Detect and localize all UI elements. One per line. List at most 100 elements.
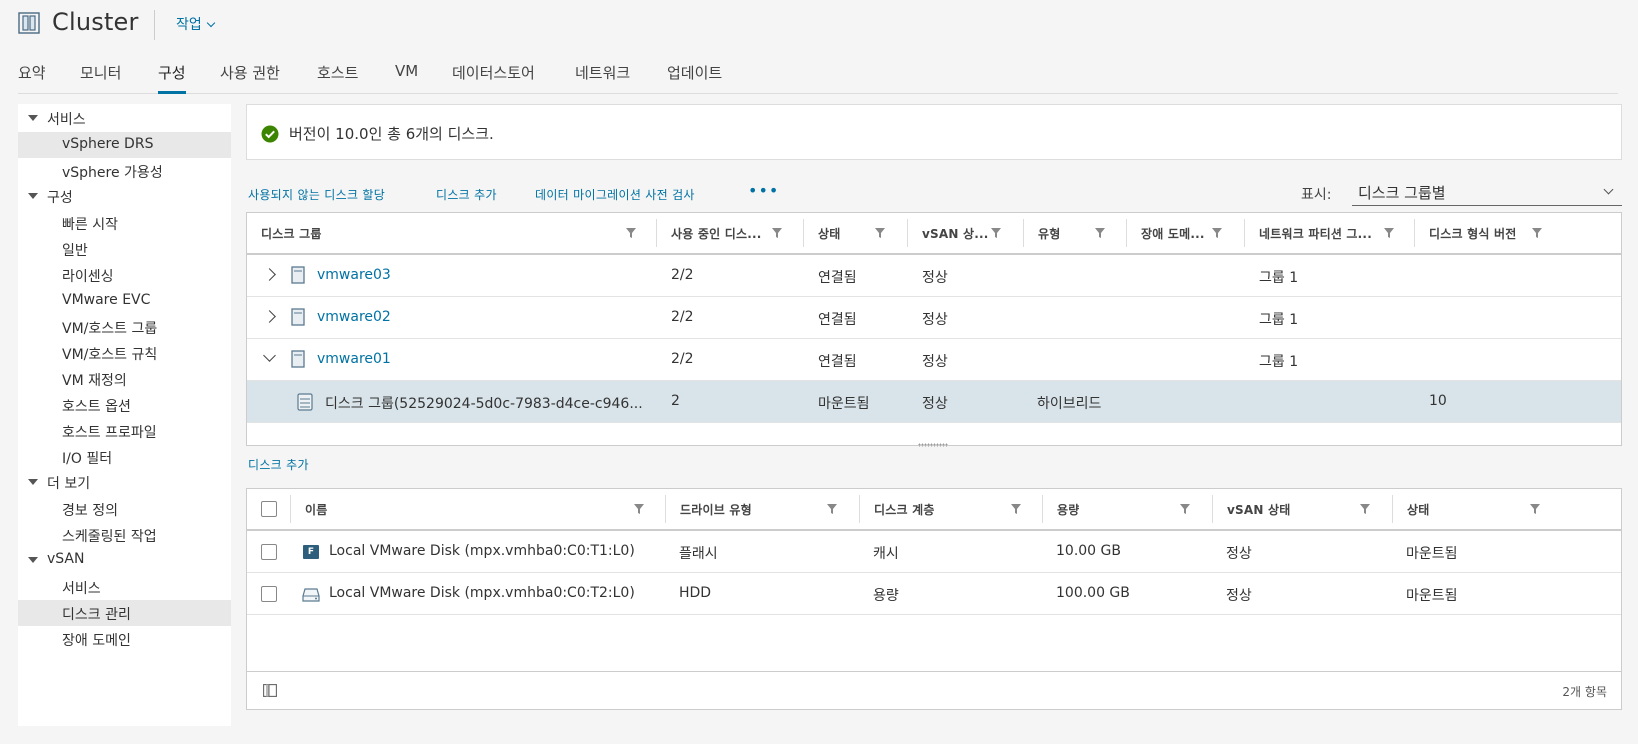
sidebar-item-vsphere-drs[interactable]: vSphere DRS	[18, 132, 231, 158]
splitter-handle[interactable]	[246, 440, 1622, 452]
column-type[interactable]: 유형	[1024, 213, 1127, 253]
cell-in-use: 2	[671, 393, 680, 409]
sidebar-group-more[interactable]: 더 보기	[18, 470, 231, 494]
column-capacity[interactable]: 용량	[1043, 489, 1213, 529]
tab-networks[interactable]: 네트워크	[575, 62, 630, 91]
cell-vsan-health: 정상	[922, 354, 948, 370]
chevron-right-icon[interactable]	[263, 310, 276, 323]
column-drive-type[interactable]: 드라이브 유형	[666, 489, 860, 529]
sidebar-item-scheduled-tasks[interactable]: 스케줄링된 작업	[18, 522, 231, 548]
sidebar-item-vmware-evc[interactable]: VMware EVC	[18, 288, 231, 314]
claim-unused-disks-button[interactable]: 사용되지 않는 디스크 할당	[248, 186, 385, 203]
sidebar-item-vsan-services[interactable]: 서비스	[18, 574, 231, 600]
add-disks-button[interactable]: 디스크 추가	[436, 186, 497, 203]
tab-summary[interactable]: 요약	[18, 62, 46, 91]
cell-vsan-health: 정상	[922, 396, 948, 412]
sidebar-item-disk-management[interactable]: 디스크 관리	[18, 600, 231, 626]
chevron-right-icon[interactable]	[263, 268, 276, 281]
tab-datastores[interactable]: 데이터스토어	[452, 62, 535, 91]
host-icon	[291, 350, 305, 368]
column-name[interactable]: 이름	[291, 489, 666, 529]
column-state[interactable]: 상태	[1393, 489, 1621, 529]
filter-icon[interactable]	[874, 227, 886, 239]
cell-capacity: 10.00 GB	[1056, 543, 1121, 559]
chevron-down-icon	[206, 18, 216, 28]
cell-state: 연결됨	[818, 270, 857, 286]
sidebar-item-alarm-definitions[interactable]: 경보 정의	[18, 496, 231, 522]
sidebar-item-vm-overrides[interactable]: VM 재정의	[18, 366, 231, 392]
sidebar-item-quickstart[interactable]: 빠른 시작	[18, 210, 231, 236]
filter-icon[interactable]	[1359, 503, 1371, 515]
column-disk-group[interactable]: 디스크 그룹	[247, 213, 657, 253]
filter-icon[interactable]	[1094, 227, 1106, 239]
filter-icon[interactable]	[633, 503, 645, 515]
column-toggle-icon[interactable]	[263, 684, 277, 697]
more-actions-icon[interactable]: •••	[748, 183, 779, 199]
cell-disk-tier: 캐시	[873, 546, 899, 562]
cell-drive-type: HDD	[679, 585, 712, 601]
add-disk-link[interactable]: 디스크 추가	[248, 456, 309, 473]
disk-group-row[interactable]: 디스크 그룹(52529024-5d0c-7983-d4ce-c946... 2…	[247, 381, 1621, 423]
title-divider	[154, 10, 155, 40]
column-network-partition[interactable]: 네트워크 파티션 그...	[1245, 213, 1415, 253]
cell-vsan-health: 정상	[922, 312, 948, 328]
sidebar-item-licensing[interactable]: 라이센싱	[18, 262, 231, 288]
table-row[interactable]: Local VMware Disk (mpx.vmhba0:C0:T2:L0) …	[247, 573, 1621, 615]
sidebar-group-services[interactable]: 서비스	[18, 106, 231, 130]
column-disks-in-use[interactable]: 사용 중인 디스...	[657, 213, 804, 253]
sidebar-group-vsan[interactable]: vSAN	[18, 548, 231, 572]
table-row[interactable]: vmware02 2/2 연결됨 정상 그룹 1	[247, 297, 1621, 339]
column-vsan-health[interactable]: vSAN 상태	[1213, 489, 1393, 529]
cell-vsan-health: 정상	[922, 270, 948, 286]
filter-icon[interactable]	[1383, 227, 1395, 239]
caret-down-icon	[28, 193, 38, 199]
row-checkbox[interactable]	[261, 586, 277, 602]
tab-configure[interactable]: 구성	[158, 62, 186, 94]
host-link-vmware02[interactable]: vmware02	[317, 309, 391, 325]
hdd-icon	[302, 588, 320, 602]
sidebar-item-vsphere-ha[interactable]: vSphere 가용성	[18, 158, 231, 184]
filter-icon[interactable]	[625, 227, 637, 239]
sidebar-item-vm-host-groups[interactable]: VM/호스트 그룹	[18, 314, 231, 340]
host-link-vmware01[interactable]: vmware01	[317, 351, 391, 367]
filter-icon[interactable]	[1179, 503, 1191, 515]
cell-vsan-health: 정상	[1226, 546, 1252, 562]
table-row[interactable]: F Local VMware Disk (mpx.vmhba0:C0:T1:L0…	[247, 531, 1621, 573]
filter-icon[interactable]	[1211, 227, 1223, 239]
precheck-migration-button[interactable]: 데이터 마이그레이션 사전 검사	[535, 186, 695, 203]
sidebar-item-general[interactable]: 일반	[18, 236, 231, 262]
tab-monitor[interactable]: 모니터	[80, 62, 121, 91]
filter-icon[interactable]	[1010, 503, 1022, 515]
sidebar-item-host-profile[interactable]: 호스트 프로파일	[18, 418, 231, 444]
actions-menu-button[interactable]: 작업	[176, 14, 216, 34]
host-link-vmware03[interactable]: vmware03	[317, 267, 391, 283]
column-disk-format-version[interactable]: 디스크 형식 버전	[1415, 213, 1621, 253]
filter-icon[interactable]	[1529, 503, 1541, 515]
filter-icon[interactable]	[1531, 227, 1543, 239]
chevron-down-icon[interactable]	[263, 349, 276, 362]
table-row[interactable]: vmware03 2/2 연결됨 정상 그룹 1	[247, 255, 1621, 297]
column-disk-tier[interactable]: 디스크 계층	[860, 489, 1043, 529]
caret-down-icon	[28, 479, 38, 485]
object-tabs: 요약 모니터 구성 사용 권한 호스트 VM 데이터스토어 네트워크 업데이트	[18, 58, 1618, 94]
table-row[interactable]: vmware01 2/2 연결됨 정상 그룹 1	[247, 339, 1621, 381]
row-checkbox[interactable]	[261, 544, 277, 560]
filter-icon[interactable]	[826, 503, 838, 515]
cell-in-use: 2/2	[671, 267, 694, 283]
column-fault-domain[interactable]: 장애 도메...	[1127, 213, 1245, 253]
tab-hosts[interactable]: 호스트	[317, 62, 358, 91]
column-state[interactable]: 상태	[804, 213, 908, 253]
filter-icon[interactable]	[990, 227, 1002, 239]
sidebar-item-vm-host-rules[interactable]: VM/호스트 규칙	[18, 340, 231, 366]
filter-icon[interactable]	[771, 227, 783, 239]
tab-updates[interactable]: 업데이트	[667, 62, 722, 91]
select-all-checkbox[interactable]	[261, 501, 277, 517]
sidebar-group-configuration[interactable]: 구성	[18, 184, 231, 208]
sidebar-item-fault-domains[interactable]: 장애 도메인	[18, 626, 231, 652]
show-by-select[interactable]: 디스크 그룹별	[1352, 180, 1622, 206]
sidebar-item-host-options[interactable]: 호스트 옵션	[18, 392, 231, 418]
sidebar-item-io-filters[interactable]: I/O 필터	[18, 444, 231, 470]
tab-permissions[interactable]: 사용 권한	[220, 62, 280, 91]
column-vsan-health[interactable]: vSAN 상...	[908, 213, 1024, 253]
tab-vms[interactable]: VM	[395, 62, 418, 88]
